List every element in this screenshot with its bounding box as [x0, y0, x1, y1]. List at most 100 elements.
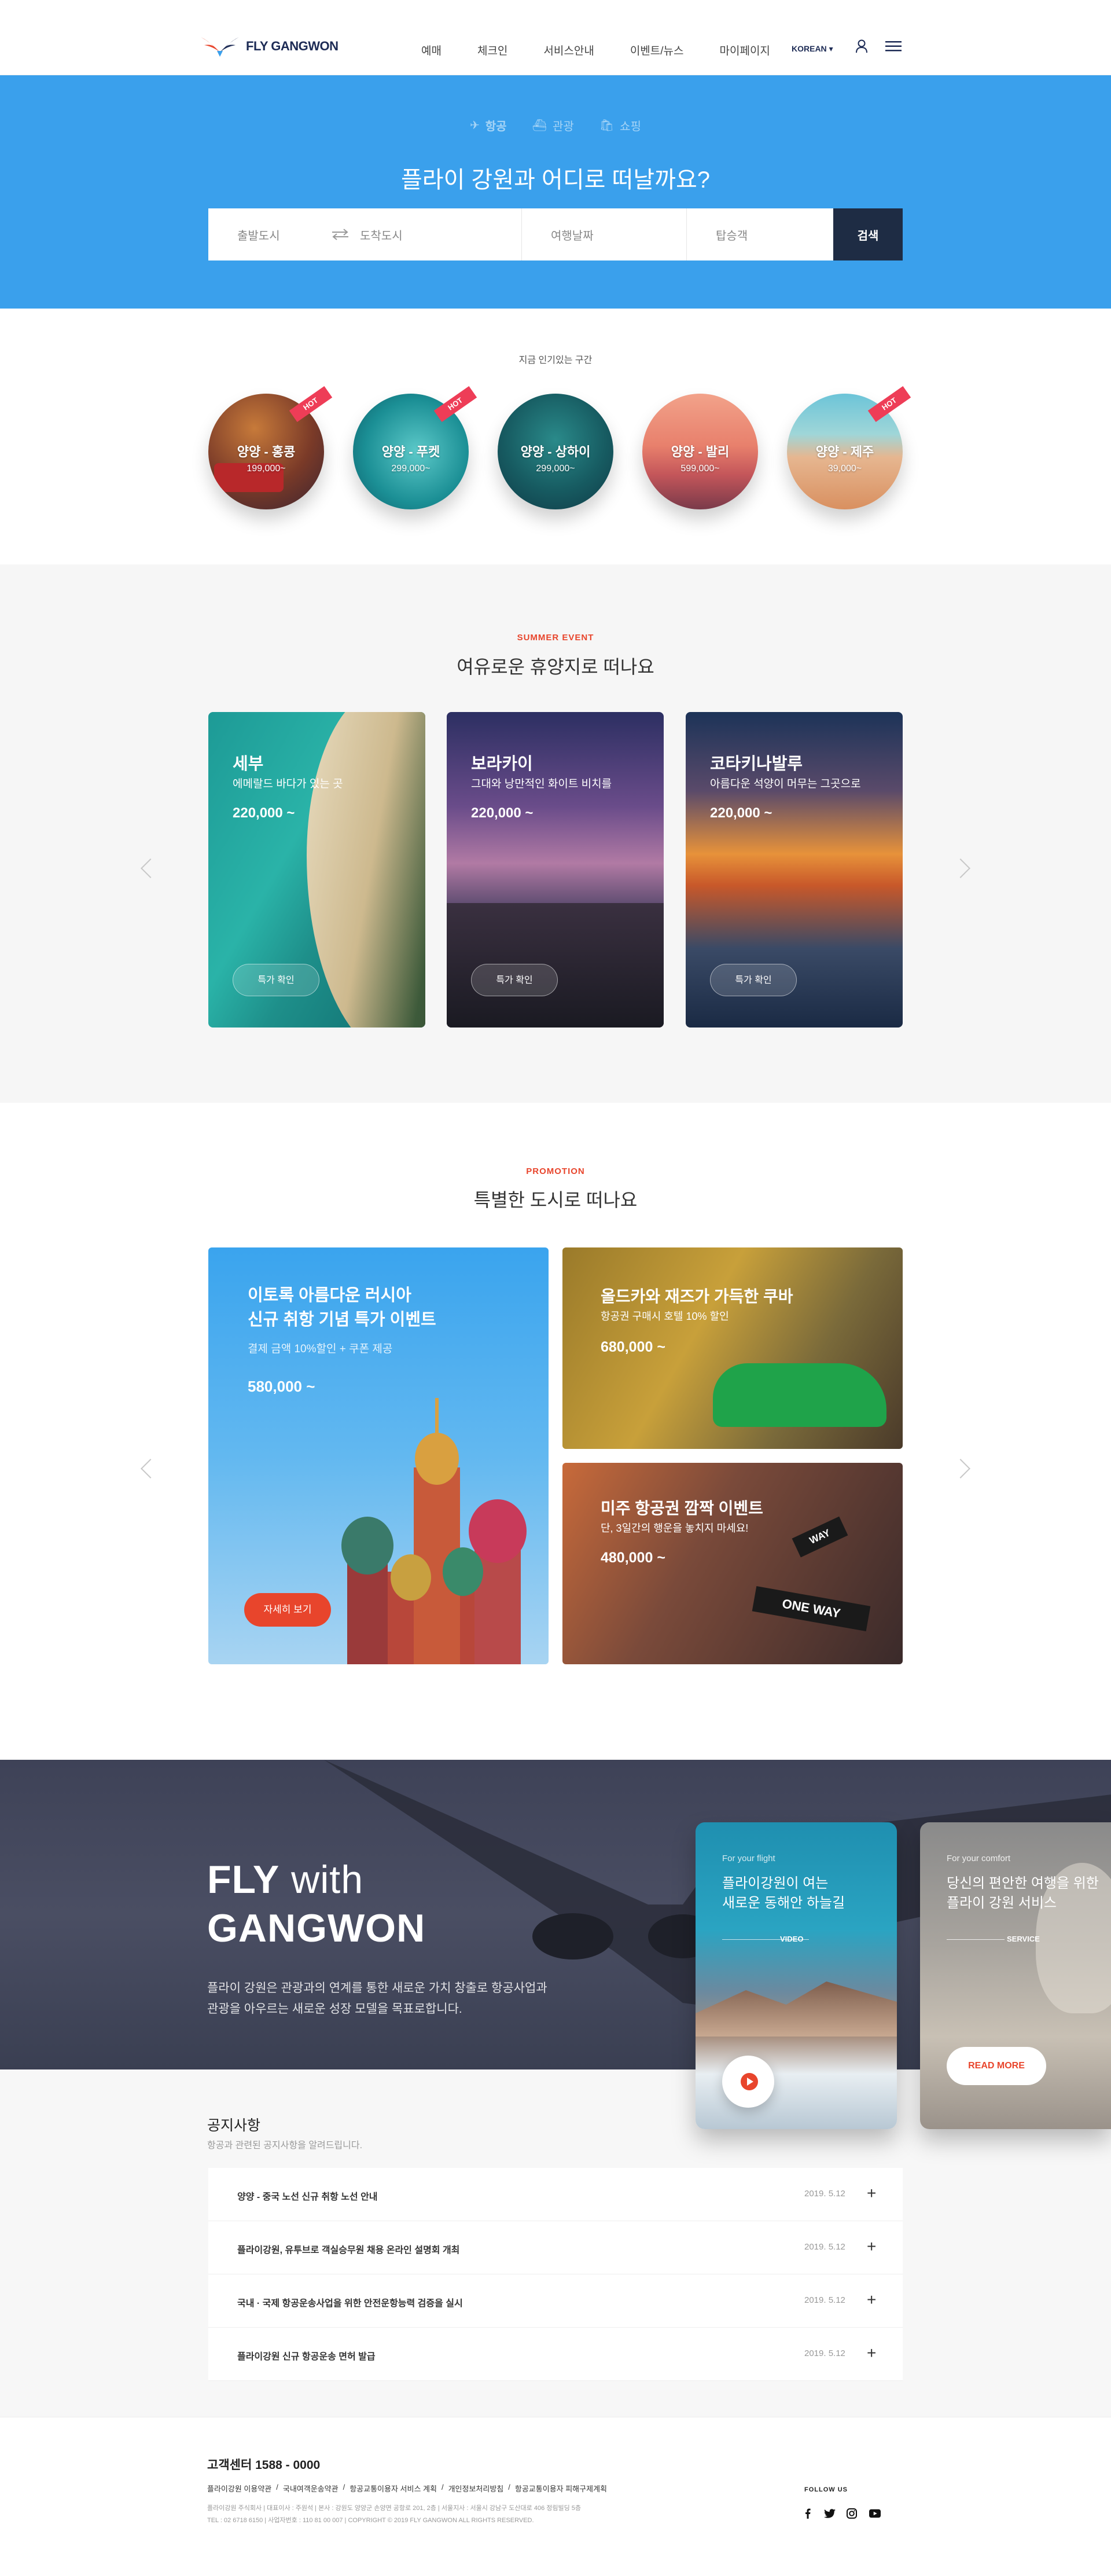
popular-title: 지금 인기있는 구간 — [518, 355, 593, 365]
expand-plus-icon[interactable]: + — [867, 2344, 876, 2362]
card-price: 220,000 ~ — [233, 805, 295, 821]
promo-card-cuba[interactable]: 올드카와 재즈가 가득한 쿠바 항공권 구매시 호텔 10% 할인 680,00… — [562, 1247, 903, 1449]
separator: / — [276, 2483, 278, 2491]
promo-title-line1: 이토록 아름다운 러시아 — [248, 1286, 411, 1305]
footer-link-service-plan[interactable]: 항공교통이용자 서비스 계획 — [350, 2483, 437, 2494]
service-card-small: For your comfort — [947, 1854, 1011, 1863]
date-field[interactable]: 여행날짜 — [522, 208, 687, 260]
video-card-title-line2: 새로운 동해안 하늘길 — [722, 1895, 845, 1911]
destination-card-cebu[interactable]: 세부 에메랄드 바다가 있는 곳 220,000 ~ 특가 확인 — [208, 712, 425, 1028]
expand-plus-icon[interactable]: + — [867, 2237, 876, 2256]
promo-price: 580,000 ~ — [248, 1378, 315, 1395]
notice-row[interactable]: 플라이강원, 유투브로 객실승무원 채용 온라인 설명회 개최 2019. 5.… — [208, 2221, 903, 2274]
route-circle-shanghai[interactable]: 양양 - 상하이 299,000~ — [498, 394, 613, 509]
departure-field[interactable]: 출발도시 — [208, 208, 360, 260]
expand-plus-icon[interactable]: + — [867, 2291, 876, 2309]
notice-row[interactable]: 플라이강원 신규 항공운송 면허 발급 2019. 5.12 + — [208, 2328, 903, 2381]
logo[interactable]: FLY GANGWON — [200, 35, 339, 58]
video-card[interactable]: For your flight 플라이강원이 여는 새로운 동해안 하늘길 VI… — [696, 1822, 897, 2129]
deal-button[interactable]: 특가 확인 — [233, 964, 319, 996]
twitter-icon[interactable] — [824, 2508, 836, 2519]
tab-shopping[interactable]: 🛍 쇼핑 — [599, 117, 641, 134]
footer-link-terms[interactable]: 플라이강원 이용약관 — [207, 2483, 271, 2494]
passenger-field[interactable]: 탑승객 — [687, 208, 833, 260]
footer-link-privacy[interactable]: 개인정보처리방침 — [448, 2483, 504, 2494]
service-card-title-line1: 당신의 편안한 여행을 위한 — [947, 1876, 1099, 1891]
route-price: 299,000~ — [536, 464, 575, 474]
brand-fly: FLY — [207, 1858, 280, 1902]
menu-icon[interactable] — [885, 41, 902, 52]
header: FLY GANGWON 예매 체크인 서비스안내 이벤트/뉴스 마이페이지 KO… — [0, 0, 1111, 75]
play-button[interactable] — [722, 2056, 774, 2108]
service-card-title: 당신의 편안한 여행을 위한 플라이 강원 서비스 — [947, 1874, 1111, 1913]
nav-item-events[interactable]: 이벤트/뉴스 — [630, 42, 684, 58]
video-card-small: For your flight — [722, 1854, 775, 1863]
notice-row-title: 국내 · 국제 항공운송사업을 위한 안전운항능력 검증을 실시 — [237, 2299, 463, 2309]
card-title: 세부 — [233, 755, 264, 773]
customer-center: 고객센터 1588 - 0000 — [207, 2458, 321, 2472]
notice-row-date: 2019. 5.12 — [804, 2295, 845, 2305]
youtube-icon[interactable] — [869, 2508, 881, 2519]
footer-links: 플라이강원 이용약관 / 국내여객운송약관 / 항공교통이용자 서비스 계획 / 개인… — [207, 2483, 607, 2494]
card-desc: 아름다운 석양이 머무는 그곳으로 — [710, 778, 861, 790]
tab-flight[interactable]: ✈ 항공 — [470, 117, 507, 134]
deal-button[interactable]: 특가 확인 — [710, 964, 797, 996]
nav-item-checkin[interactable]: 체크인 — [477, 42, 507, 58]
promo-title: 올드카와 재즈가 가득한 쿠바 — [601, 1287, 793, 1305]
plane-icon: ✈ — [470, 119, 480, 132]
facebook-icon[interactable] — [802, 2508, 814, 2519]
expand-plus-icon[interactable]: + — [867, 2184, 876, 2203]
nav-item-booking[interactable]: 예매 — [421, 42, 442, 58]
notice-row[interactable]: 국내 · 국제 항공운송사업을 위한 안전운항능력 검증을 실시 2019. 5… — [208, 2274, 903, 2328]
prev-arrow-icon[interactable] — [141, 1459, 160, 1478]
card-price: 220,000 ~ — [471, 805, 534, 821]
summer-event-section: SUMMER EVENT 여유로운 휴양지로 떠나요 세부 에메랄드 바다가 있… — [0, 564, 1111, 1103]
read-more-button[interactable]: READ MORE — [947, 2047, 1046, 2085]
search-button[interactable]: 검색 — [833, 208, 903, 260]
arrival-placeholder: 도착도시 — [360, 229, 403, 243]
language-select[interactable]: KOREAN ▾ — [792, 44, 833, 54]
route-name: 양양 - 상하이 — [520, 445, 591, 459]
way-sign: WAY — [792, 1516, 848, 1558]
next-arrow-icon[interactable] — [951, 858, 970, 878]
notice-title: 공지사항 — [207, 2118, 261, 2134]
prev-arrow-icon[interactable] — [141, 858, 160, 878]
bag-icon: 🛍 — [599, 119, 615, 132]
promo-card-russia[interactable]: 이토록 아름다운 러시아 신규 취항 기념 특가 이벤트 결제 금액 10%할인… — [208, 1247, 549, 1664]
nav-item-service[interactable]: 서비스안내 — [543, 42, 594, 58]
nav-item-mypage[interactable]: 마이페이지 — [720, 42, 770, 58]
route-circle-bali[interactable]: 양양 - 발리 599,000~ — [642, 394, 758, 509]
deal-button[interactable]: 특가 확인 — [471, 964, 558, 996]
logo-text: FLY GANGWON — [246, 39, 339, 53]
destination-card-kotakinabalu[interactable]: 코타키나발루 아름다운 석양이 머무는 그곳으로 220,000 ~ 특가 확인 — [686, 712, 903, 1028]
brand-gangwon: GANGWON — [207, 1906, 426, 1950]
route-name: 양양 - 홍콩 — [237, 445, 296, 459]
footer-link-relief[interactable]: 항공교통이용자 피해구제계획 — [515, 2483, 607, 2494]
footer-link-carriage[interactable]: 국내여객운송약관 — [283, 2483, 339, 2494]
promo-price: 480,000 ~ — [601, 1550, 665, 1566]
tab-tour[interactable]: ⛴ 관광 — [532, 117, 574, 134]
detail-button[interactable]: 자세히 보기 — [244, 1593, 331, 1627]
promo-desc: 항공권 구매시 호텔 10% 할인 — [601, 1311, 729, 1322]
service-card[interactable]: For your comfort 당신의 편안한 여행을 위한 플라이 강원 서… — [920, 1822, 1111, 2129]
brand-desc: 플라이 강원은 관광과의 연계를 통한 새로운 가치 창출로 항공사업과 관광을… — [207, 1978, 612, 2020]
main-nav: 예매 체크인 서비스안내 이벤트/뉴스 마이페이지 — [421, 42, 806, 58]
user-icon[interactable] — [855, 39, 868, 53]
route-name: 양양 - 푸켓 — [381, 445, 440, 459]
beach-shape — [307, 712, 425, 1028]
notice-row[interactable]: 양양 - 중국 노선 신규 취항 노선 안내 2019. 5.12 + — [208, 2168, 903, 2221]
instagram-icon[interactable] — [846, 2508, 858, 2519]
route-price: 199,000~ — [247, 464, 286, 474]
destination-card-boracay[interactable]: 보라카이 그대와 낭만적인 화이트 비치를 220,000 ~ 특가 확인 — [447, 712, 664, 1028]
separator: / — [343, 2483, 345, 2491]
promo-card-usa[interactable]: ONE WAY WAY 미주 항공권 깜짝 이벤트 단, 3일간의 행운을 놓치… — [562, 1463, 903, 1664]
video-card-title-line1: 플라이강원이 여는 — [722, 1876, 829, 1891]
route-price: 299,000~ — [391, 464, 431, 474]
next-arrow-icon[interactable] — [951, 1459, 970, 1478]
mountain-shape — [696, 1981, 897, 2036]
arrival-field[interactable]: 도착도시 — [360, 208, 522, 260]
brand-heading: FLY with GANGWON — [207, 1855, 425, 1953]
swap-icon[interactable] — [329, 227, 352, 241]
card-price: 220,000 ~ — [710, 805, 772, 821]
notice-row-date: 2019. 5.12 — [804, 2242, 845, 2252]
